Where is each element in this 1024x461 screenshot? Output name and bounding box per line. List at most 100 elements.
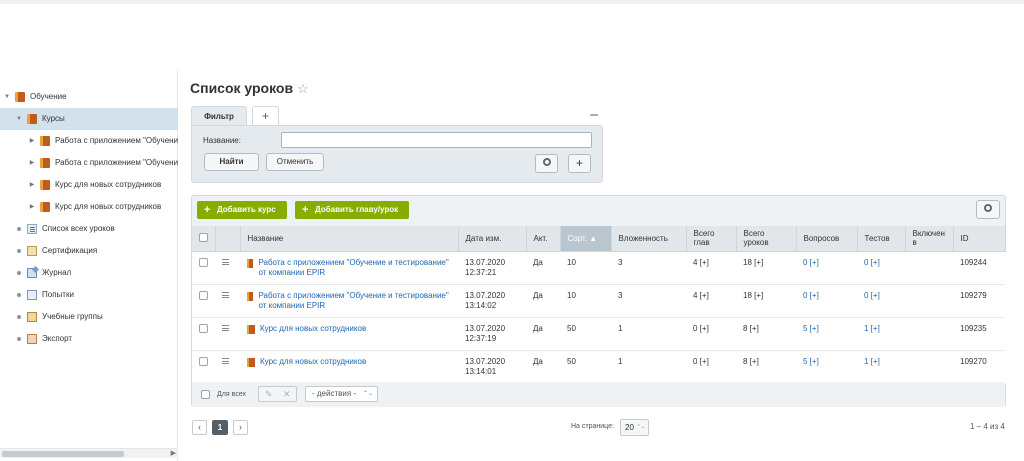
row-questions-link[interactable]: 5 [+] (796, 350, 857, 384)
table-row[interactable]: Курс для новых сотрудников 13.07.2020 13:… (192, 350, 1005, 384)
next-page-button[interactable]: › (233, 420, 248, 435)
add-filter-field-button[interactable]: + (568, 154, 591, 173)
select-all-checkbox[interactable] (199, 232, 208, 242)
for-all-checkbox[interactable] (201, 390, 210, 399)
row-checkbox[interactable] (199, 290, 208, 300)
sidebar-item-learning[interactable]: ▼ Обучение (0, 86, 178, 108)
row-lessons[interactable]: 18 [+] (736, 284, 796, 318)
header-name[interactable]: Название (240, 226, 459, 252)
table-row[interactable]: Курс для новых сотрудников 13.07.2020 12:… (192, 317, 1005, 351)
sidebar-item-courses[interactable]: ▼ Курсы (0, 108, 178, 130)
row-menu-cell[interactable] (215, 284, 240, 318)
row-tests-link[interactable]: 0 [+] (857, 284, 905, 318)
row-questions-link[interactable]: 0 [+] (796, 284, 857, 318)
row-name-link[interactable]: Работа с приложением "Обучение и тестиро… (258, 291, 451, 311)
row-chapters[interactable]: 0 [+] (686, 350, 736, 384)
scrollbar-thumb[interactable] (2, 451, 124, 457)
row-questions-link[interactable]: 5 [+] (796, 317, 857, 351)
row-menu-cell[interactable] (215, 350, 240, 384)
add-chapter-lesson-button[interactable]: Добавить главу/урок (295, 201, 409, 219)
row-tests-link[interactable]: 1 [+] (857, 350, 905, 384)
sidebar-item-export[interactable]: Экспорт (0, 328, 178, 350)
expand-arrow-icon[interactable]: ▼ (15, 108, 23, 130)
grid-settings-button[interactable] (976, 200, 1000, 219)
expand-arrow-icon[interactable]: ▶ (28, 196, 36, 218)
header-id[interactable]: ID (953, 226, 1006, 252)
header-lessons[interactable]: Всего уроков (736, 226, 797, 252)
header-nesting[interactable]: Вложенность (611, 226, 687, 252)
row-chapters[interactable]: 4 [+] (686, 251, 736, 285)
table-row[interactable]: Работа с приложением "Обучение и тестиро… (192, 284, 1005, 318)
row-chapters[interactable]: 4 [+] (686, 284, 736, 318)
row-time: 12:37:21 (465, 267, 497, 277)
sidebar-item-label: Журнал (42, 268, 72, 277)
sidebar-item-all-lessons[interactable]: Список всех уроков (0, 218, 178, 240)
add-course-button[interactable]: Добавить курс (197, 201, 287, 219)
header-sort[interactable]: Сорт. ▲ (560, 226, 612, 252)
row-name-link[interactable]: Работа с приложением "Обучение и тестиро… (258, 258, 451, 278)
expand-arrow-icon[interactable]: ▶ (28, 130, 36, 152)
row-select-cell[interactable] (192, 284, 215, 318)
delete-icon[interactable]: ✕ (283, 389, 291, 400)
header-tests[interactable]: Тестов (857, 226, 906, 252)
prev-page-button[interactable]: ‹ (192, 420, 207, 435)
per-page-select[interactable]: 20 (620, 419, 649, 436)
expand-arrow-icon[interactable]: ▶ (28, 152, 36, 174)
row-menu-icon[interactable] (222, 357, 229, 364)
table-row[interactable]: Работа с приложением "Обучение и тестиро… (192, 251, 1005, 285)
scroll-right-arrow-icon[interactable]: ▶ (171, 449, 176, 459)
row-menu-cell[interactable] (215, 251, 240, 285)
row-select-cell[interactable] (192, 251, 215, 285)
sidebar-item-course-1[interactable]: ▶ Работа с приложением "Обучени (0, 130, 178, 152)
current-page-button[interactable]: 1 (212, 420, 228, 435)
sidebar-horizontal-scrollbar[interactable]: ▶ (0, 448, 178, 458)
expand-arrow-icon[interactable]: ▼ (3, 86, 11, 108)
sidebar-item-course-3[interactable]: ▶ Курс для новых сотрудников (0, 174, 178, 196)
find-button[interactable]: Найти (204, 153, 259, 171)
row-lessons[interactable]: 18 [+] (736, 251, 796, 285)
expand-arrow-icon[interactable]: ▶ (28, 174, 36, 196)
row-menu-cell[interactable] (215, 317, 240, 351)
sidebar-item-attempts[interactable]: Попытки (0, 284, 178, 306)
row-chapters[interactable]: 0 [+] (686, 317, 736, 351)
sidebar-item-course-2[interactable]: ▶ Работа с приложением "Обучени (0, 152, 178, 174)
row-lessons[interactable]: 8 [+] (736, 317, 796, 351)
row-menu-icon[interactable] (222, 291, 229, 298)
sidebar-item-groups[interactable]: Учебные группы (0, 306, 178, 328)
row-tests-link[interactable]: 0 [+] (857, 251, 905, 285)
header-active[interactable]: Акт. (526, 226, 561, 252)
header-chapters[interactable]: Всего глав (686, 226, 737, 252)
collapse-filter-icon[interactable] (590, 114, 598, 116)
row-select-cell[interactable] (192, 350, 215, 384)
row-name-link[interactable]: Курс для новых сотрудников (260, 324, 366, 334)
header-select-all[interactable] (192, 226, 216, 252)
row-checkbox[interactable] (199, 356, 208, 366)
header-date[interactable]: Дата изм. (458, 226, 527, 252)
tab-filter[interactable]: Фильтр (191, 106, 247, 125)
row-name-link[interactable]: Курс для новых сотрудников (260, 357, 366, 367)
sidebar-item-certification[interactable]: Сертификация (0, 240, 178, 262)
row-menu-icon[interactable] (222, 324, 229, 331)
filter-settings-button[interactable] (535, 154, 558, 173)
sidebar-item-course-4[interactable]: ▶ Курс для новых сотрудников (0, 196, 178, 218)
favorite-star-icon[interactable]: ☆ (297, 81, 309, 97)
cancel-button[interactable]: Отменить (266, 153, 324, 171)
row-menu-icon[interactable] (222, 258, 229, 265)
row-checkbox[interactable] (199, 323, 208, 333)
edit-pencil-icon[interactable]: ✎ (265, 389, 273, 400)
row-lessons[interactable]: 8 [+] (736, 350, 796, 384)
add-filter-tab-button[interactable]: + (252, 106, 279, 125)
header-included[interactable]: Включен в (905, 226, 954, 252)
row-checkbox[interactable] (199, 257, 208, 267)
header-questions[interactable]: Вопросов (796, 226, 858, 252)
row-questions-link[interactable]: 0 [+] (796, 251, 857, 285)
name-filter-input[interactable] (281, 132, 592, 148)
sidebar-tree: ▼ Обучение ▼ Курсы ▶ Работа с приложение… (0, 86, 178, 350)
row-tests-link[interactable]: 1 [+] (857, 317, 905, 351)
course-book-icon (247, 291, 254, 301)
sidebar-item-journal[interactable]: Журнал (0, 262, 178, 284)
lessons-grid-panel: Добавить курс Добавить главу/урок Назван… (191, 195, 1006, 407)
row-select-cell[interactable] (192, 317, 215, 351)
row-id: 109244 (953, 251, 1005, 285)
actions-select[interactable]: - действия - (305, 386, 378, 402)
